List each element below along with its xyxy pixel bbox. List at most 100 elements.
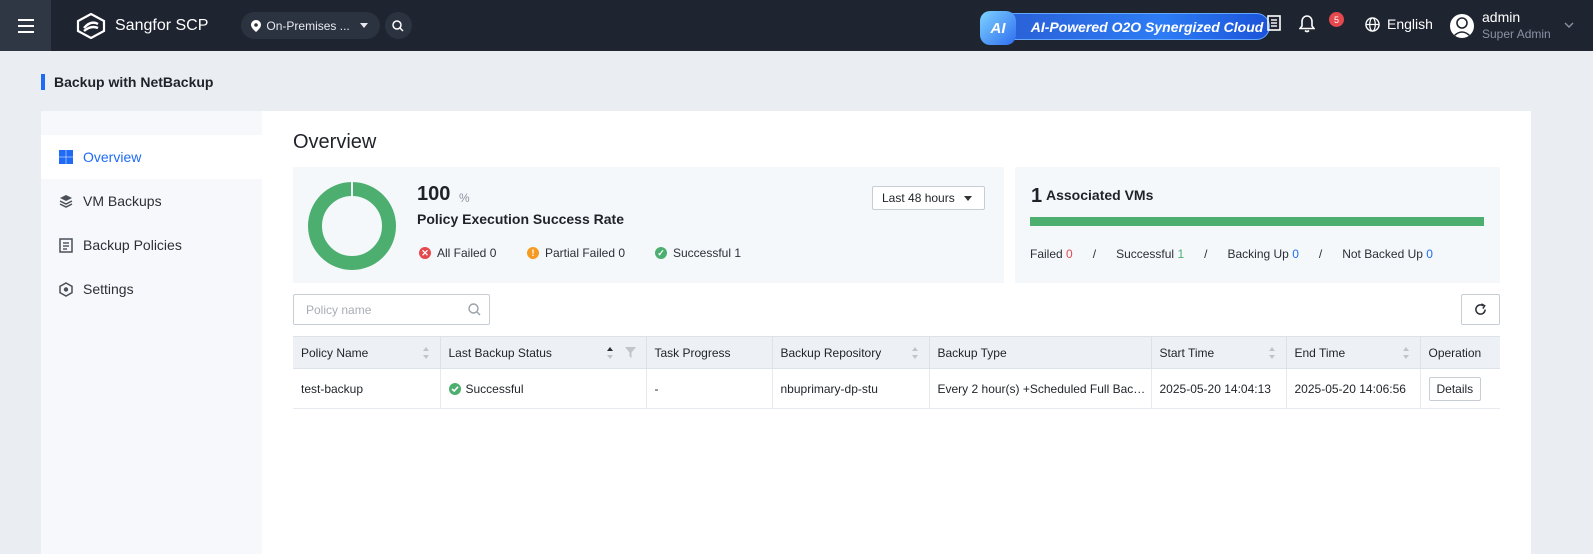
user-avatar-icon: [1452, 17, 1472, 38]
vm-failed-count: 0: [1066, 247, 1073, 261]
region-selector[interactable]: On-Premises ...: [241, 12, 380, 39]
chevron-down-icon[interactable]: [1564, 22, 1574, 28]
section-title: Overview: [293, 131, 377, 153]
cell-end-time: 2025-05-20 14:06:56: [1286, 368, 1421, 409]
bell-icon[interactable]: [1299, 15, 1315, 33]
refresh-icon: [1475, 303, 1486, 315]
app-name: Sangfor SCP: [115, 16, 209, 34]
cell-backup-repository: nbuprimary-dp-stu: [772, 368, 930, 409]
global-search-button[interactable]: [384, 12, 412, 39]
sidebar: Overview VM Backups Backup Policies Sett…: [41, 111, 262, 554]
error-circle-icon: ✕: [419, 247, 431, 259]
success-rate-label: Policy Execution Success Rate: [417, 211, 624, 227]
table-row: test-backup Successful - nbuprimary-dp-s…: [293, 368, 1500, 409]
success-rate-donut: [308, 182, 396, 270]
vm-successful-label: Successful: [1116, 247, 1175, 261]
location-pin-icon: [251, 19, 262, 32]
page-title: Backup with NetBackup: [54, 74, 214, 90]
cell-start-time: 2025-05-20 14:04:13: [1151, 368, 1287, 409]
caret-down-icon: [964, 196, 972, 201]
sidebar-item-label: Settings: [83, 281, 134, 297]
language-selector[interactable]: English: [1365, 16, 1433, 32]
vm-backing-up-label: Backing Up: [1227, 247, 1289, 261]
user-role: Super Admin: [1482, 27, 1551, 41]
details-button[interactable]: Details: [1428, 376, 1482, 401]
cell-last-backup-status: Successful: [440, 368, 647, 409]
chevron-down-icon: [359, 23, 368, 28]
sort-icon[interactable]: [1268, 347, 1276, 359]
cell-backup-type: Every 2 hour(s) +Scheduled Full Backup: [929, 368, 1152, 409]
sidebar-item-backup-policies[interactable]: Backup Policies: [41, 223, 262, 267]
vm-count-label: Associated VMs: [1046, 187, 1154, 203]
cell-policy-name: test-backup: [293, 368, 441, 409]
globe-icon: [1365, 16, 1380, 32]
ai-promo-banner[interactable]: AI-Powered O2O Synergized Cloud AI: [980, 11, 1271, 45]
sidebar-item-label: Backup Policies: [83, 237, 182, 253]
column-header-policy-name[interactable]: Policy Name: [293, 336, 441, 369]
cell-task-progress: -: [646, 368, 773, 409]
legend-successful-label: Successful 1: [673, 246, 742, 260]
sort-ascending-icon[interactable]: [606, 347, 614, 359]
vm-failed-label: Failed: [1030, 247, 1063, 261]
separator: /: [1318, 247, 1323, 261]
legend-partial-failed: ! Partial Failed 0: [527, 246, 625, 260]
policy-search-input[interactable]: [306, 295, 466, 324]
time-range-select[interactable]: Last 48 hours: [872, 186, 985, 210]
sort-icon[interactable]: [911, 347, 919, 359]
region-label: On-Premises ...: [266, 18, 350, 33]
language-label: English: [1387, 16, 1433, 32]
top-bar: Sangfor SCP On-Premises ... AI-Powered O…: [0, 0, 1593, 51]
sidebar-item-settings[interactable]: Settings: [41, 267, 262, 311]
sangfor-logo-icon: [76, 12, 106, 39]
separator: /: [1092, 247, 1097, 261]
ai-banner-text: AI-Powered O2O Synergized Cloud: [1000, 13, 1270, 40]
cell-operation: Details: [1420, 368, 1500, 409]
task-list-icon[interactable]: [1267, 15, 1281, 31]
success-rate-unit: %: [459, 191, 470, 205]
vm-count: 1: [1031, 185, 1043, 207]
column-header-operation: Operation: [1420, 336, 1500, 369]
page-header: Backup with NetBackup: [41, 74, 213, 90]
separator: /: [1204, 247, 1208, 261]
refresh-button[interactable]: [1461, 294, 1500, 325]
policy-list-icon: [59, 237, 73, 253]
policy-table: Policy Name Last Backup Status Task Prog…: [293, 336, 1500, 409]
check-circle-icon: ✓: [655, 247, 667, 259]
user-name: admin: [1482, 9, 1521, 25]
legend-partial-failed-label: Partial Failed 0: [545, 246, 626, 260]
sidebar-item-vm-backups[interactable]: VM Backups: [41, 179, 262, 223]
status-text: Successful: [465, 381, 524, 396]
avatar: [1450, 14, 1474, 38]
legend-all-failed-label: All Failed 0: [437, 246, 497, 260]
column-header-last-backup-status[interactable]: Last Backup Status: [440, 336, 647, 369]
sidebar-item-overview[interactable]: Overview: [41, 135, 262, 179]
search-icon: [392, 19, 404, 32]
success-rate-value: 100: [417, 183, 451, 205]
column-header-start-time[interactable]: Start Time: [1151, 336, 1287, 369]
hamburger-icon: [17, 18, 34, 33]
layers-icon: [59, 195, 73, 208]
warning-circle-icon: !: [527, 247, 539, 259]
vm-backing-up-count: 0: [1292, 247, 1299, 261]
vm-not-backed-up-count: 0: [1426, 247, 1433, 261]
user-menu[interactable]: admin Super Admin: [1450, 9, 1551, 43]
filter-icon[interactable]: [624, 347, 636, 358]
column-header-backup-repository[interactable]: Backup Repository: [772, 336, 930, 369]
search-icon[interactable]: [468, 303, 481, 316]
notification-count-badge: 5: [1329, 12, 1344, 27]
sidebar-item-label: VM Backups: [83, 193, 162, 209]
associated-vms-card: 1 Associated VMs Failed 0 / Successful 1…: [1015, 167, 1500, 283]
sort-icon[interactable]: [1402, 347, 1410, 359]
grid-icon: [59, 150, 73, 164]
app-logo[interactable]: Sangfor SCP: [76, 12, 209, 39]
vm-status-bar: [1030, 217, 1484, 226]
column-header-task-progress: Task Progress: [646, 336, 773, 369]
legend-all-failed: ✕ All Failed 0: [419, 246, 496, 260]
policy-search: [293, 294, 490, 325]
sort-icon[interactable]: [422, 347, 430, 359]
hamburger-menu-button[interactable]: [0, 0, 51, 51]
column-header-end-time[interactable]: End Time: [1286, 336, 1421, 369]
title-accent-bar: [41, 74, 45, 90]
column-header-backup-type: Backup Type: [929, 336, 1152, 369]
hexagon-gear-icon: [59, 281, 73, 297]
